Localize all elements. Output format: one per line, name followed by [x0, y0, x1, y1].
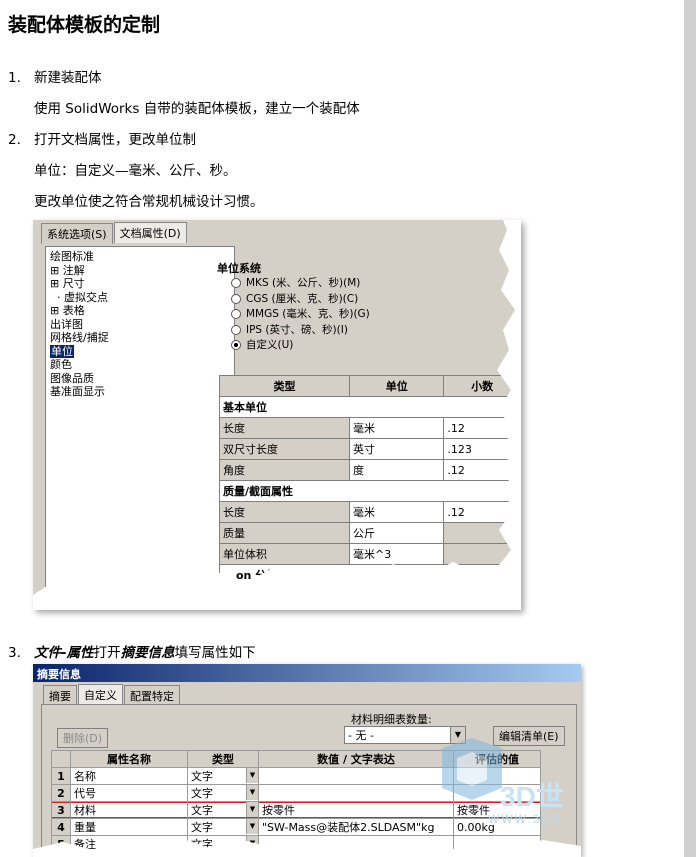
torn-edge-decoration: [33, 220, 521, 610]
scrollbar[interactable]: [684, 0, 696, 857]
step-2-reason: 更改单位使之符合常规机械设计习惯。: [34, 194, 264, 210]
step-1-detail: 使用 SolidWorks 自带的装配体模板，建立一个装配体: [34, 101, 360, 117]
doc-properties-screenshot: 系统选项(S) 文档属性(D) 绘图标准 ⊞ 注解 ⊞ 尺寸 · 虚拟交点 ⊞ …: [33, 220, 521, 610]
page-title: 装配体模板的定制: [8, 14, 161, 36]
step-3: 3. 文件-属性打开摘要信息填写属性如下: [8, 645, 256, 661]
step-2: 2. 打开文档属性，更改单位制: [8, 132, 196, 148]
step-1: 1. 新建装配体: [8, 70, 102, 86]
watermark-text: 3D世: [500, 781, 564, 812]
watermark-url: WWW.3DS: [488, 812, 562, 826]
step-2-units: 单位：自定义—毫米、公斤、秒。: [34, 163, 237, 179]
